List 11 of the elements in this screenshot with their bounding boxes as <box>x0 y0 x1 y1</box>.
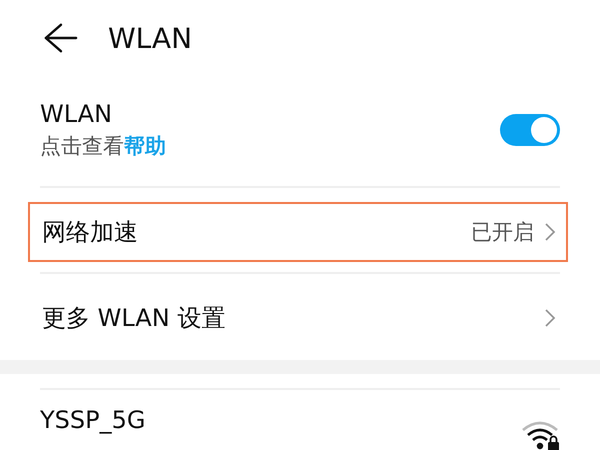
chevron-icon[interactable] <box>544 308 556 328</box>
setting-label: WLAN <box>40 99 114 130</box>
network-name[interactable]: YSSP_5G <box>40 404 520 436</box>
hint-text: 点击查看 <box>40 133 124 160</box>
back-icon[interactable] <box>42 21 78 55</box>
chevron-icon[interactable] <box>544 222 556 242</box>
setting-value: 已开启 <box>471 219 534 246</box>
page-title: WLAN <box>108 22 192 54</box>
wlan-toggle[interactable] <box>500 114 560 146</box>
setting-label[interactable]: 网络加速 <box>42 216 471 248</box>
setting-label[interactable]: 更多 WLAN 设置 <box>42 302 544 334</box>
